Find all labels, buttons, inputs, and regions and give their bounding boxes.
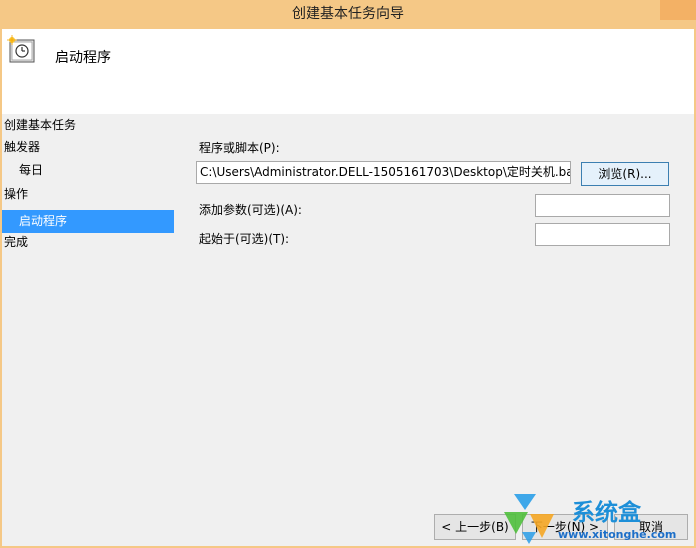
nav-item-action[interactable]: 操作 [2, 183, 176, 206]
nav-item-daily[interactable]: 每日 [2, 159, 191, 182]
title-bar: 创建基本任务向导 [0, 0, 696, 29]
page-title: 启动程序 [55, 50, 111, 66]
clock-task-icon [7, 35, 35, 63]
program-input[interactable]: C:\Users\Administrator.DELL-1505161703\D… [196, 161, 571, 184]
window-title: 创建基本任务向导 [292, 6, 404, 22]
watermark-url: www.xitonghe.com [558, 528, 677, 541]
start-in-input[interactable] [535, 223, 670, 246]
program-label: 程序或脚本(P): [199, 141, 280, 155]
args-input[interactable] [535, 194, 670, 217]
wizard-header: 启动程序 [0, 29, 696, 114]
start-in-label: 起始于(可选)(T): [199, 232, 290, 246]
browse-button[interactable]: 浏览(R)... [581, 162, 669, 186]
args-label: 添加参数(可选)(A): [199, 203, 302, 217]
nav-item-trigger[interactable]: 触发器 [2, 136, 176, 159]
nav-item-start-program[interactable]: 启动程序 [2, 210, 174, 233]
nav-item-create-task[interactable]: 创建基本任务 [2, 114, 176, 137]
close-button[interactable] [660, 0, 696, 20]
nav-item-finish[interactable]: 完成 [2, 231, 176, 254]
watermark-text: 系统盒 [572, 500, 641, 526]
